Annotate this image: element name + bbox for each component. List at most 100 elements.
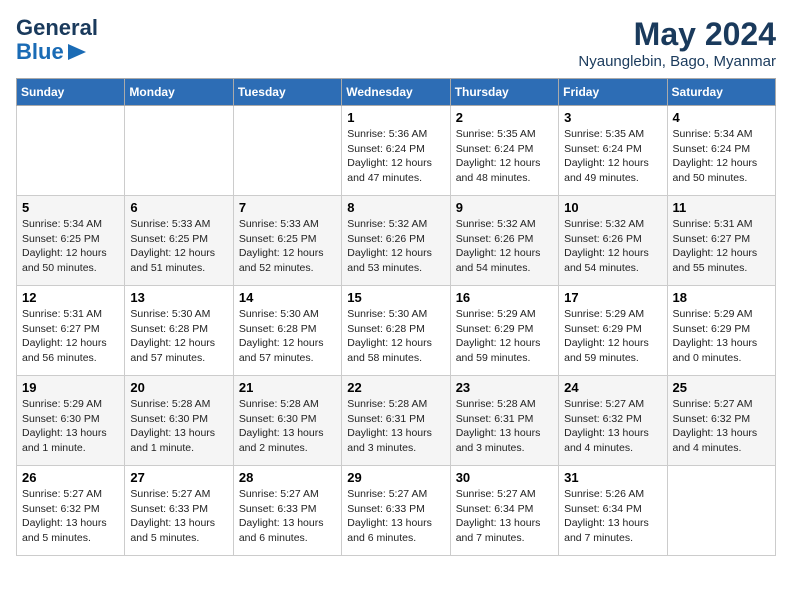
day-number: 10 <box>564 200 661 215</box>
calendar-week-row: 26 Sunrise: 5:27 AM Sunset: 6:32 PM Dayli… <box>17 466 776 556</box>
day-number: 30 <box>456 470 553 485</box>
logo-line1: General <box>16 16 98 40</box>
day-number: 27 <box>130 470 227 485</box>
day-info: Sunrise: 5:28 AM Sunset: 6:30 PM Dayligh… <box>239 397 336 456</box>
table-row <box>125 106 233 196</box>
calendar-week-row: 12 Sunrise: 5:31 AM Sunset: 6:27 PM Dayli… <box>17 286 776 376</box>
table-row <box>667 466 775 556</box>
table-row: 12 Sunrise: 5:31 AM Sunset: 6:27 PM Dayli… <box>17 286 125 376</box>
logo-line2: Blue <box>16 40 64 64</box>
day-info: Sunrise: 5:28 AM Sunset: 6:31 PM Dayligh… <box>347 397 444 456</box>
table-row: 26 Sunrise: 5:27 AM Sunset: 6:32 PM Dayli… <box>17 466 125 556</box>
day-number: 14 <box>239 290 336 305</box>
day-info: Sunrise: 5:36 AM Sunset: 6:24 PM Dayligh… <box>347 127 444 186</box>
table-row: 31 Sunrise: 5:26 AM Sunset: 6:34 PM Dayli… <box>559 466 667 556</box>
table-row: 13 Sunrise: 5:30 AM Sunset: 6:28 PM Dayli… <box>125 286 233 376</box>
table-row: 22 Sunrise: 5:28 AM Sunset: 6:31 PM Dayli… <box>342 376 450 466</box>
day-number: 28 <box>239 470 336 485</box>
day-info: Sunrise: 5:30 AM Sunset: 6:28 PM Dayligh… <box>130 307 227 366</box>
day-number: 22 <box>347 380 444 395</box>
day-number: 11 <box>673 200 770 215</box>
table-row: 29 Sunrise: 5:27 AM Sunset: 6:33 PM Dayli… <box>342 466 450 556</box>
day-number: 8 <box>347 200 444 215</box>
table-row: 30 Sunrise: 5:27 AM Sunset: 6:34 PM Dayli… <box>450 466 558 556</box>
day-number: 7 <box>239 200 336 215</box>
month-year-title: May 2024 <box>578 16 776 53</box>
day-info: Sunrise: 5:28 AM Sunset: 6:31 PM Dayligh… <box>456 397 553 456</box>
header-saturday: Saturday <box>667 79 775 106</box>
table-row: 25 Sunrise: 5:27 AM Sunset: 6:32 PM Dayli… <box>667 376 775 466</box>
day-number: 20 <box>130 380 227 395</box>
day-number: 18 <box>673 290 770 305</box>
day-info: Sunrise: 5:28 AM Sunset: 6:30 PM Dayligh… <box>130 397 227 456</box>
table-row <box>17 106 125 196</box>
day-number: 26 <box>22 470 119 485</box>
day-number: 4 <box>673 110 770 125</box>
day-number: 25 <box>673 380 770 395</box>
day-info: Sunrise: 5:35 AM Sunset: 6:24 PM Dayligh… <box>564 127 661 186</box>
day-info: Sunrise: 5:27 AM Sunset: 6:32 PM Dayligh… <box>22 487 119 546</box>
calendar-header-row: Sunday Monday Tuesday Wednesday Thursday… <box>17 79 776 106</box>
day-info: Sunrise: 5:27 AM Sunset: 6:32 PM Dayligh… <box>673 397 770 456</box>
table-row: 10 Sunrise: 5:32 AM Sunset: 6:26 PM Dayli… <box>559 196 667 286</box>
calendar-table: Sunday Monday Tuesday Wednesday Thursday… <box>16 78 776 556</box>
table-row: 8 Sunrise: 5:32 AM Sunset: 6:26 PM Daylig… <box>342 196 450 286</box>
table-row: 21 Sunrise: 5:28 AM Sunset: 6:30 PM Dayli… <box>233 376 341 466</box>
table-row: 28 Sunrise: 5:27 AM Sunset: 6:33 PM Dayli… <box>233 466 341 556</box>
table-row: 6Sunrise: 5:33 AM Sunset: 6:25 PM Daylig… <box>125 196 233 286</box>
day-info: Sunrise: 5:32 AM Sunset: 6:26 PM Dayligh… <box>456 217 553 276</box>
table-row: 9Sunrise: 5:32 AM Sunset: 6:26 PM Daylig… <box>450 196 558 286</box>
logo: General Blue <box>16 16 98 64</box>
table-row: 23 Sunrise: 5:28 AM Sunset: 6:31 PM Dayli… <box>450 376 558 466</box>
day-number: 3 <box>564 110 661 125</box>
table-row <box>233 106 341 196</box>
day-info: Sunrise: 5:35 AM Sunset: 6:24 PM Dayligh… <box>456 127 553 186</box>
day-info: Sunrise: 5:31 AM Sunset: 6:27 PM Dayligh… <box>22 307 119 366</box>
day-info: Sunrise: 5:27 AM Sunset: 6:34 PM Dayligh… <box>456 487 553 546</box>
table-row: 15 Sunrise: 5:30 AM Sunset: 6:28 PM Dayli… <box>342 286 450 376</box>
day-info: Sunrise: 5:26 AM Sunset: 6:34 PM Dayligh… <box>564 487 661 546</box>
table-row: 19 Sunrise: 5:29 AM Sunset: 6:30 PM Dayli… <box>17 376 125 466</box>
day-info: Sunrise: 5:27 AM Sunset: 6:33 PM Dayligh… <box>130 487 227 546</box>
day-number: 5 <box>22 200 119 215</box>
day-info: Sunrise: 5:32 AM Sunset: 6:26 PM Dayligh… <box>347 217 444 276</box>
day-info: Sunrise: 5:27 AM Sunset: 6:33 PM Dayligh… <box>347 487 444 546</box>
day-info: Sunrise: 5:27 AM Sunset: 6:32 PM Dayligh… <box>564 397 661 456</box>
day-info: Sunrise: 5:27 AM Sunset: 6:33 PM Dayligh… <box>239 487 336 546</box>
day-info: Sunrise: 5:29 AM Sunset: 6:29 PM Dayligh… <box>564 307 661 366</box>
day-info: Sunrise: 5:31 AM Sunset: 6:27 PM Dayligh… <box>673 217 770 276</box>
calendar-week-row: 5Sunrise: 5:34 AM Sunset: 6:25 PM Daylig… <box>17 196 776 286</box>
day-number: 15 <box>347 290 444 305</box>
header-monday: Monday <box>125 79 233 106</box>
location-subtitle: Nyaunglebin, Bago, Myanmar <box>578 53 776 70</box>
calendar-week-row: 1 Sunrise: 5:36 AM Sunset: 6:24 PM Daylig… <box>17 106 776 196</box>
header-sunday: Sunday <box>17 79 125 106</box>
header-wednesday: Wednesday <box>342 79 450 106</box>
table-row: 3 Sunrise: 5:35 AM Sunset: 6:24 PM Daylig… <box>559 106 667 196</box>
day-number: 17 <box>564 290 661 305</box>
day-number: 31 <box>564 470 661 485</box>
table-row: 20 Sunrise: 5:28 AM Sunset: 6:30 PM Dayli… <box>125 376 233 466</box>
day-info: Sunrise: 5:29 AM Sunset: 6:29 PM Dayligh… <box>673 307 770 366</box>
table-row: 4Sunrise: 5:34 AM Sunset: 6:24 PM Daylig… <box>667 106 775 196</box>
day-number: 19 <box>22 380 119 395</box>
day-number: 29 <box>347 470 444 485</box>
title-block: May 2024 Nyaunglebin, Bago, Myanmar <box>578 16 776 70</box>
day-info: Sunrise: 5:32 AM Sunset: 6:26 PM Dayligh… <box>564 217 661 276</box>
day-number: 21 <box>239 380 336 395</box>
page-header: General Blue May 2024 Nyaunglebin, Bago,… <box>16 16 776 70</box>
day-number: 1 <box>347 110 444 125</box>
day-number: 12 <box>22 290 119 305</box>
day-number: 16 <box>456 290 553 305</box>
day-number: 23 <box>456 380 553 395</box>
table-row: 2Sunrise: 5:35 AM Sunset: 6:24 PM Daylig… <box>450 106 558 196</box>
day-number: 13 <box>130 290 227 305</box>
day-info: Sunrise: 5:29 AM Sunset: 6:29 PM Dayligh… <box>456 307 553 366</box>
table-row: 27 Sunrise: 5:27 AM Sunset: 6:33 PM Dayli… <box>125 466 233 556</box>
day-info: Sunrise: 5:29 AM Sunset: 6:30 PM Dayligh… <box>22 397 119 456</box>
day-info: Sunrise: 5:33 AM Sunset: 6:25 PM Dayligh… <box>130 217 227 276</box>
header-friday: Friday <box>559 79 667 106</box>
day-info: Sunrise: 5:33 AM Sunset: 6:25 PM Dayligh… <box>239 217 336 276</box>
day-info: Sunrise: 5:30 AM Sunset: 6:28 PM Dayligh… <box>347 307 444 366</box>
table-row: 7 Sunrise: 5:33 AM Sunset: 6:25 PM Daylig… <box>233 196 341 286</box>
